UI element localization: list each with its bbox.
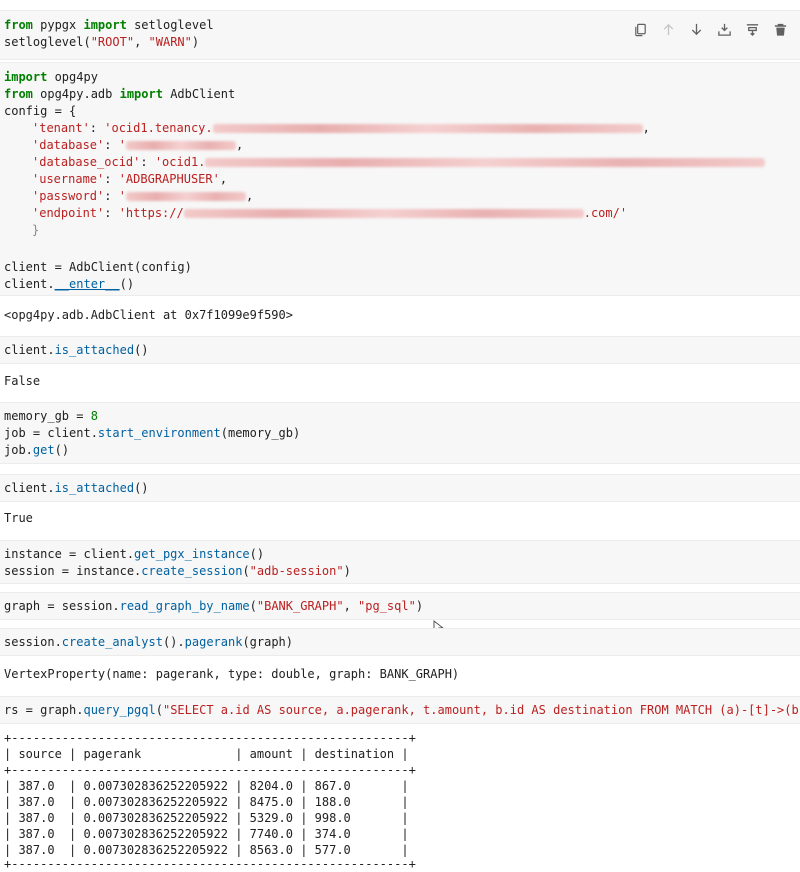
table-row: | 387.0 | 0.007302836252205922 | 8475.0 …: [4, 795, 409, 809]
code-line: client = AdbClient(config): [4, 260, 192, 274]
code-cell-is-attached[interactable]: client.is_attached(): [0, 336, 800, 364]
code-line: client.is_attached(): [4, 343, 149, 357]
cell-toolbar: [630, 19, 790, 39]
code-line: client.is_attached(): [4, 481, 149, 495]
redacted-value: [125, 141, 236, 150]
arrow-down-icon[interactable]: [686, 19, 706, 39]
cell-output: False: [0, 366, 800, 400]
code-line: 'endpoint': 'https://.com/': [32, 206, 628, 220]
code-line: config = {: [4, 104, 77, 118]
code-line: import opg4py: [4, 70, 98, 84]
code-line: from pypgx import setloglevel: [4, 18, 214, 32]
code-line: session = instance.create_session("adb-s…: [4, 564, 351, 578]
table-row: | 387.0 | 0.007302836252205922 | 7740.0 …: [4, 827, 409, 841]
delete-icon[interactable]: [770, 19, 790, 39]
copy-icon[interactable]: [630, 19, 650, 39]
table-output: +---------------------------------------…: [0, 728, 800, 871]
redacted-value: [205, 158, 766, 167]
code-cell-read-graph[interactable]: graph = session.read_graph_by_name("BANK…: [0, 592, 800, 620]
code-line: rs = graph.query_pgql("SELECT a.id AS so…: [4, 703, 800, 717]
code-cell-query-pgql[interactable]: rs = graph.query_pgql("SELECT a.id AS so…: [0, 696, 800, 724]
output-text: <opg4py.adb.AdbClient at 0x7f1099e9f590>: [4, 308, 293, 322]
code-line: 'password': ',: [32, 189, 254, 203]
redacted-value: [183, 209, 584, 218]
code-cell-setloglevel[interactable]: from pypgx import setloglevel setlogleve…: [0, 10, 800, 60]
code-line: setloglevel("ROOT", "WARN"): [4, 35, 200, 49]
code-line: from opg4py.adb import AdbClient: [4, 87, 236, 101]
redacted-value: [212, 124, 643, 133]
code-line: session.create_analyst().pagerank(graph): [4, 635, 294, 649]
code-cell-is-attached[interactable]: client.is_attached(): [0, 474, 800, 502]
table-row: | 387.0 | 0.007302836252205922 | 5329.0 …: [4, 811, 409, 825]
code-line: instance = client.get_pgx_instance(): [4, 547, 265, 561]
code-line: 'tenant': 'ocid1.tenancy.,: [32, 121, 650, 135]
cell-output: VertexProperty(name: pagerank, type: dou…: [0, 658, 800, 692]
code-cell-create-session[interactable]: instance = client.get_pgx_instance() ses…: [0, 540, 800, 584]
code-line: graph = session.read_graph_by_name("BANK…: [4, 599, 424, 613]
table-row: | 387.0 | 0.007302836252205922 | 8204.0 …: [4, 779, 409, 793]
output-text: VertexProperty(name: pagerank, type: dou…: [4, 667, 460, 681]
table-border: +---------------------------------------…: [4, 763, 416, 777]
output-text: True: [4, 511, 33, 525]
code-line: 'database_ocid': 'ocid1.: [32, 154, 766, 170]
code-line: job = client.start_environment(memory_gb…: [4, 426, 301, 440]
code-cell-start-environment[interactable]: memory_gb = 8 job = client.start_environ…: [0, 402, 800, 464]
code-line: }: [32, 223, 40, 237]
code-line: job.get(): [4, 443, 70, 457]
table-header: | source | pagerank | amount | destinati…: [4, 747, 409, 761]
code-line: 'username': 'ADBGRAPHUSER',: [32, 172, 228, 186]
code-line: client.__enter__(): [4, 277, 135, 291]
output-text: False: [4, 374, 41, 388]
table-border: +---------------------------------------…: [4, 731, 416, 745]
cell-output: True: [0, 504, 800, 536]
cell-output: <opg4py.adb.AdbClient at 0x7f1099e9f590>: [0, 298, 800, 334]
code-cell-pagerank[interactable]: session.create_analyst().pagerank(graph): [0, 628, 800, 656]
code-line: 'database': ',: [32, 138, 244, 152]
arrow-up-icon[interactable]: [658, 19, 678, 39]
code-cell-config[interactable]: import opg4py from opg4py.adb import Adb…: [0, 62, 800, 296]
redacted-value: [125, 192, 246, 201]
merge-icon[interactable]: [742, 19, 762, 39]
code-line: memory_gb = 8: [4, 409, 98, 423]
insert-below-icon[interactable]: [714, 19, 734, 39]
